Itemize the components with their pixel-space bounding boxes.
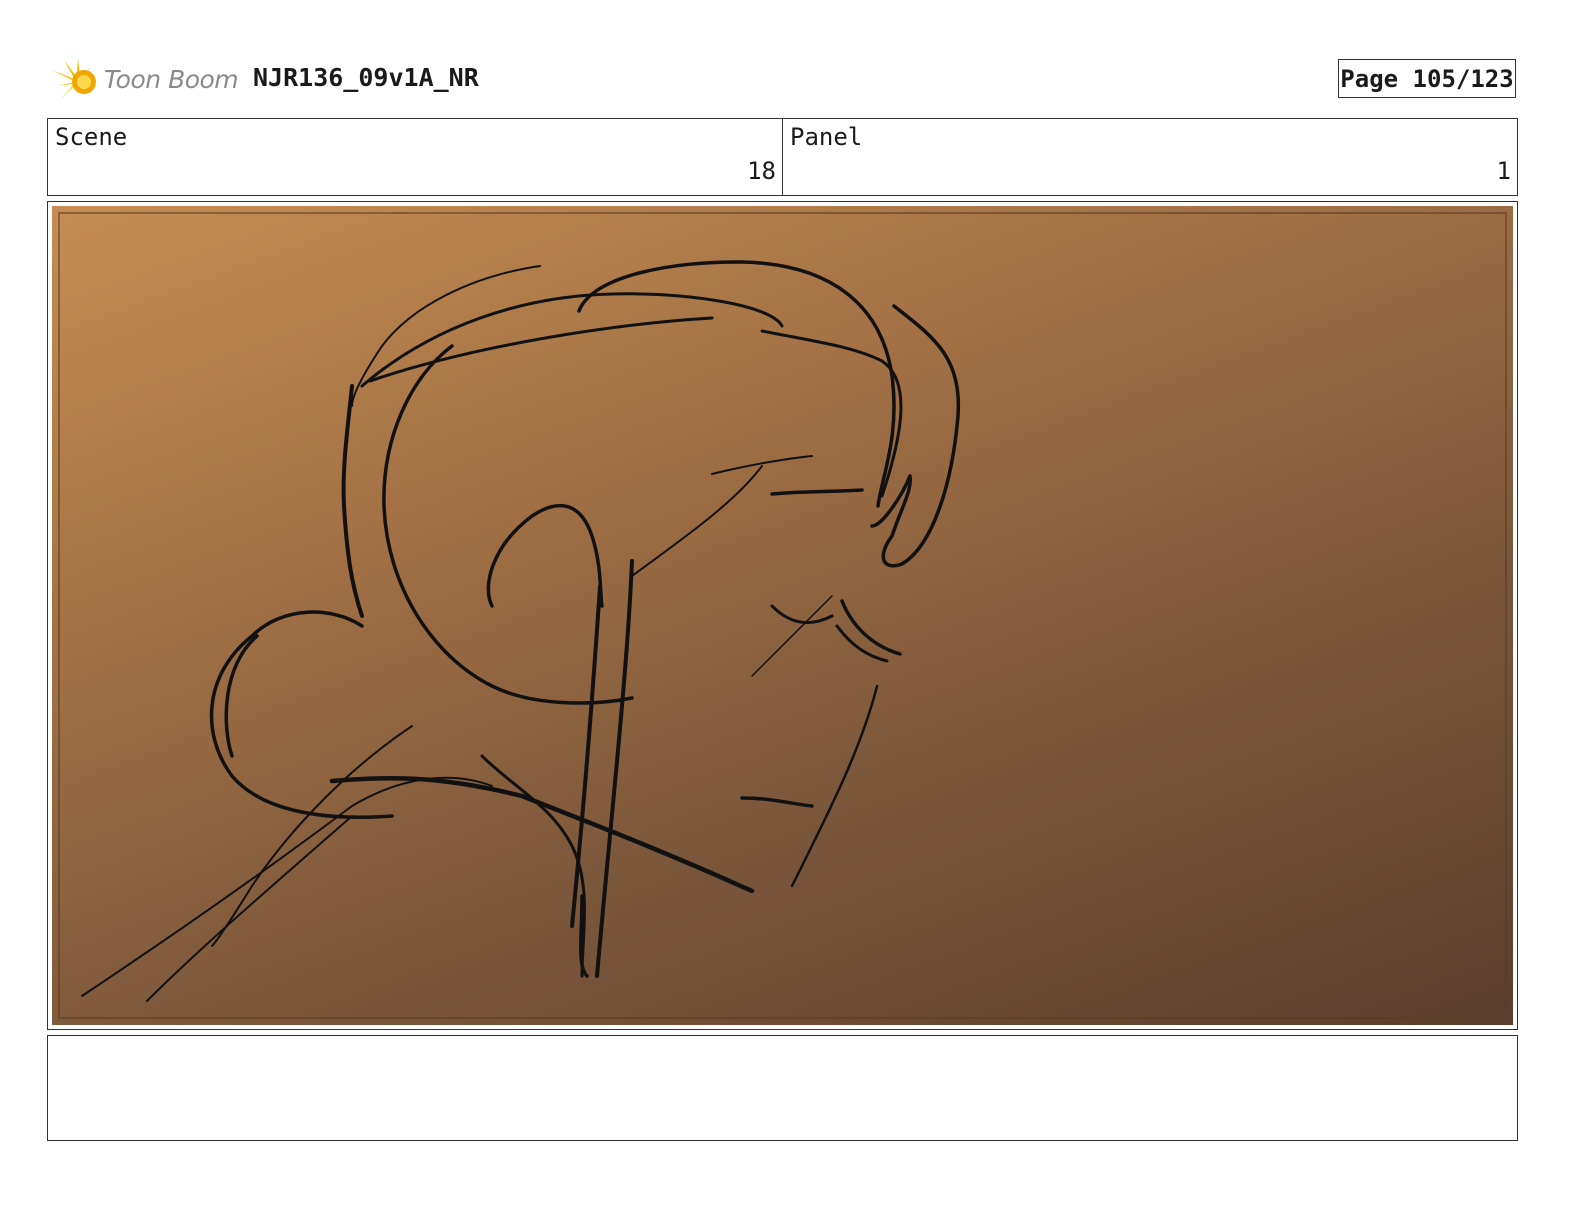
toon-boom-logo: Toon Boom <box>50 56 240 108</box>
logo-text: Toon Boom <box>104 65 239 94</box>
storyboard-panel-image <box>52 206 1513 1025</box>
star-burst-icon <box>52 58 96 100</box>
scene-cell: Scene 18 <box>48 119 782 195</box>
panel-cell: Panel 1 <box>782 119 1517 195</box>
document-title: NJR136_09v1A_NR <box>253 63 479 92</box>
panel-label: Panel <box>790 123 863 151</box>
page-indicator: Page 105/123 <box>1338 59 1516 98</box>
scene-panel-table: Scene 18 Panel 1 <box>47 118 1518 196</box>
scene-number: 18 <box>747 157 776 185</box>
panel-number: 1 <box>1496 157 1511 185</box>
storyboard-sketch <box>81 260 961 1002</box>
panel-frame <box>47 201 1518 1030</box>
notes-box <box>47 1035 1518 1141</box>
scene-label: Scene <box>55 123 128 151</box>
